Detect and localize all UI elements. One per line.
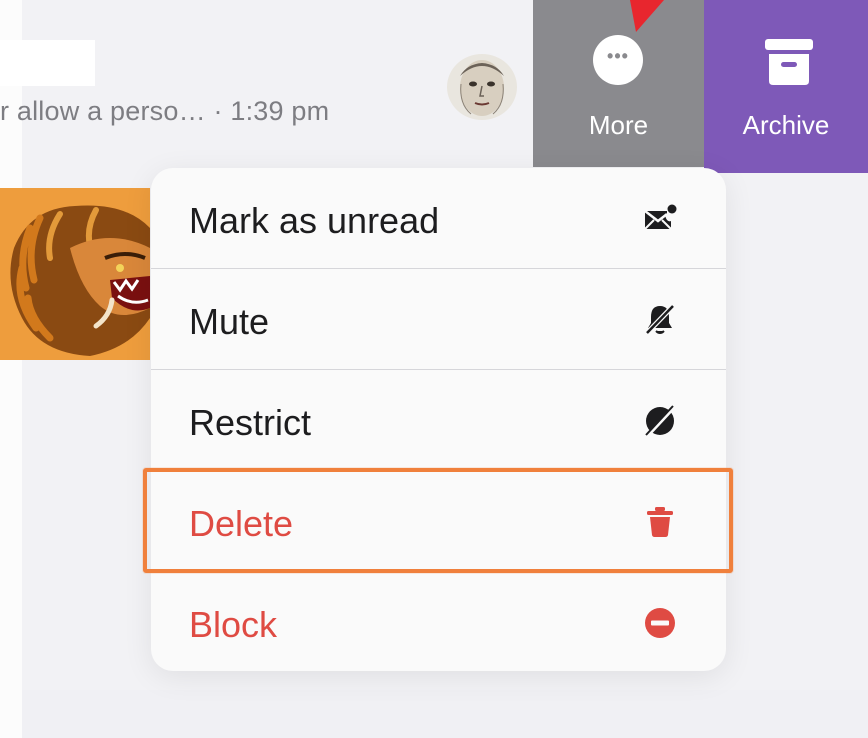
menu-item-label: Mute	[189, 301, 270, 342]
conversation-preview[interactable]: r allow a perso… · 1:39 pm	[0, 96, 440, 127]
background-bottom	[22, 690, 868, 738]
annotation-arrow	[630, 0, 664, 32]
bell-slash-icon	[645, 304, 675, 335]
conversation-context-menu: Mark as unread Mute Restrict Delete Bloc…	[151, 168, 726, 671]
conversation-name-redacted	[0, 40, 95, 86]
avatar[interactable]	[447, 54, 517, 120]
more-action-button[interactable]: ••• More	[533, 0, 704, 167]
archive-action-button[interactable]: Archive	[704, 0, 868, 173]
preview-message: r allow a perso…	[0, 96, 206, 126]
menu-item-mute[interactable]: Mute	[151, 269, 726, 370]
archive-box-icon	[765, 39, 813, 85]
delete-highlight-outline	[143, 468, 733, 573]
menu-item-restrict[interactable]: Restrict	[151, 370, 726, 471]
archive-label: Archive	[742, 110, 830, 140]
more-dots-icon: •••	[593, 35, 643, 85]
more-label: More	[588, 110, 649, 140]
menu-item-label: Restrict	[189, 402, 312, 443]
menu-item-label: Mark as unread	[189, 200, 440, 241]
restrict-slash-icon	[645, 405, 676, 438]
lion-avatar[interactable]	[0, 188, 150, 360]
menu-item-block[interactable]: Block	[151, 572, 726, 671]
menu-item-mark-as-unread[interactable]: Mark as unread	[151, 168, 726, 269]
menu-item-label: Block	[189, 604, 278, 645]
preview-time: · 1:39 pm	[213, 96, 330, 126]
envelope-unread-icon	[644, 204, 677, 230]
block-minus-icon	[645, 608, 675, 638]
